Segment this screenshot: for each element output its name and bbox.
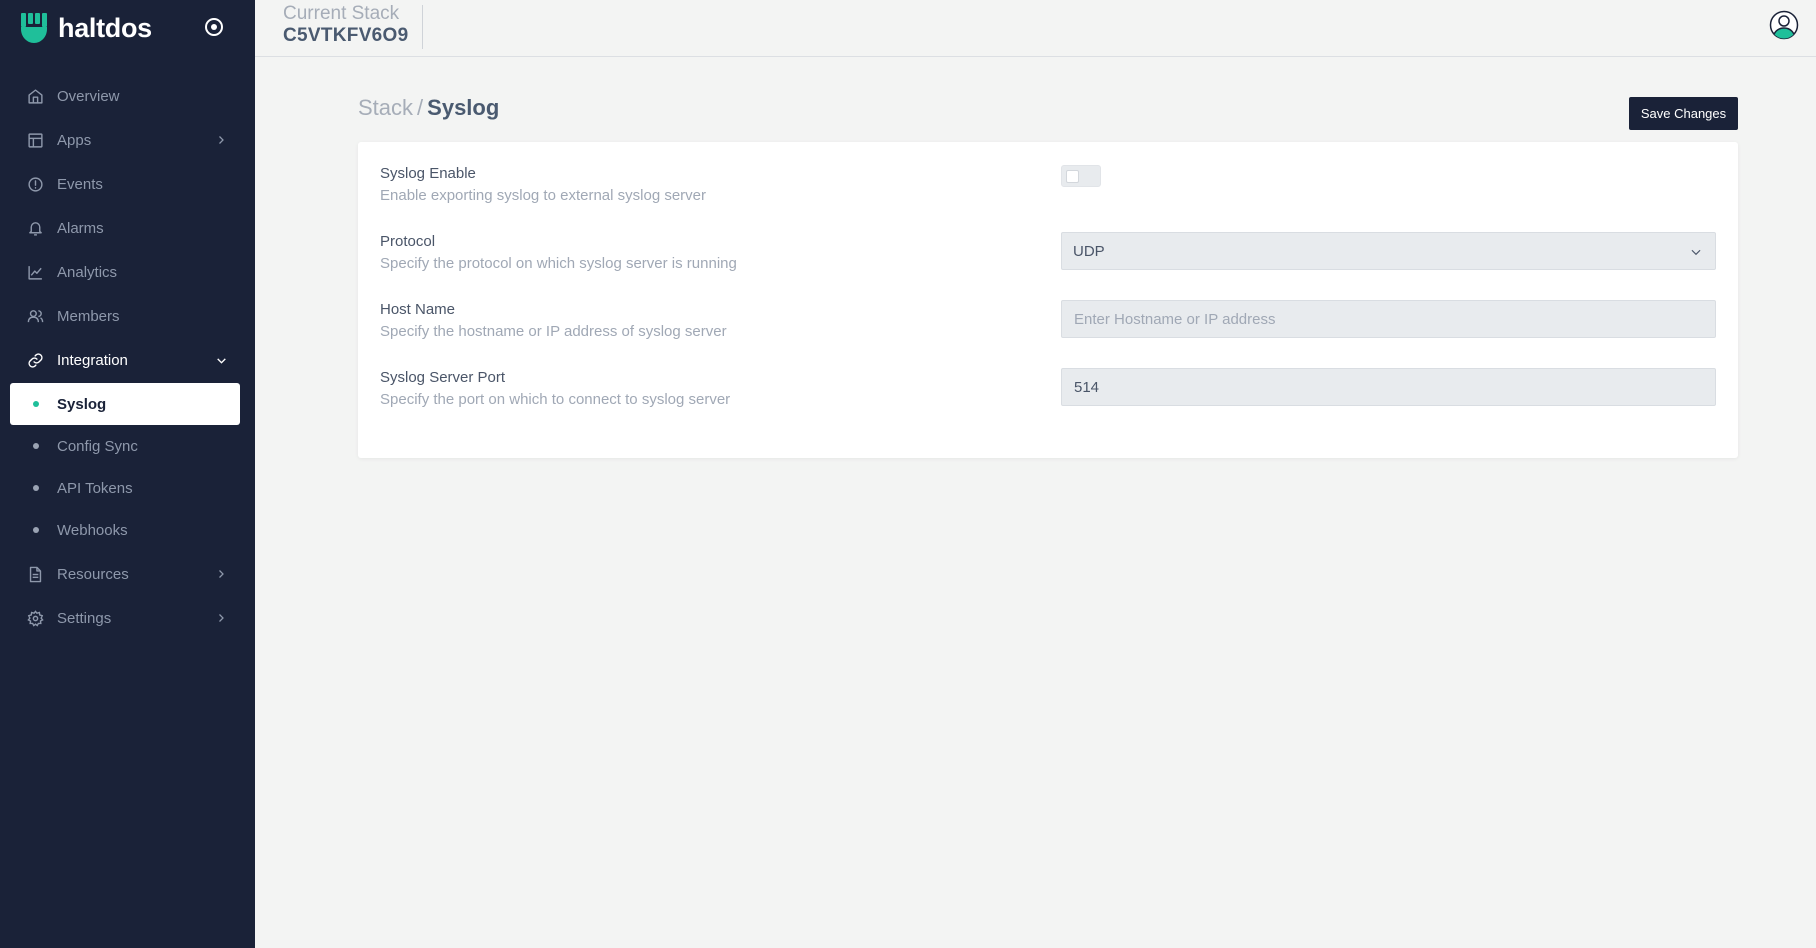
sidebar-item-analytics[interactable]: Analytics bbox=[0, 252, 255, 292]
alert-circle-icon bbox=[26, 175, 44, 193]
home-icon bbox=[26, 87, 44, 105]
divider bbox=[422, 5, 423, 49]
chevron-right-icon bbox=[214, 133, 228, 147]
user-menu-button[interactable] bbox=[1769, 10, 1799, 40]
gear-icon bbox=[26, 609, 44, 627]
sidebar-item-overview[interactable]: Overview bbox=[0, 76, 255, 116]
syslog-enable-description: Enable exporting syslog to external sysl… bbox=[380, 187, 707, 204]
syslog-settings-card: Syslog Enable Enable exporting syslog to… bbox=[358, 142, 1738, 458]
host-name-input[interactable] bbox=[1061, 300, 1716, 338]
sidebar-subitem-label: API Tokens bbox=[57, 479, 133, 497]
bullet-icon bbox=[33, 401, 39, 407]
bullet-icon bbox=[33, 443, 39, 449]
file-text-icon bbox=[26, 565, 44, 583]
users-icon bbox=[26, 307, 44, 325]
host-name-description: Specify the hostname or IP address of sy… bbox=[380, 323, 727, 340]
sidebar-item-label: Alarms bbox=[57, 219, 104, 237]
brand-name: haltdos bbox=[58, 12, 152, 43]
save-changes-button[interactable]: Save Changes bbox=[1629, 97, 1738, 130]
chevron-down-icon bbox=[214, 353, 228, 367]
sidebar: haltdos Overview Apps Events Alarms Anal… bbox=[0, 0, 255, 948]
sidebar-item-apps[interactable]: Apps bbox=[0, 120, 255, 160]
link-icon bbox=[26, 351, 44, 369]
sidebar-item-label: Apps bbox=[57, 131, 92, 149]
breadcrumb-separator: / bbox=[417, 95, 424, 120]
chevron-down-icon bbox=[1691, 249, 1701, 256]
sidebar-item-label: Events bbox=[57, 175, 103, 193]
sidebar-item-members[interactable]: Members bbox=[0, 296, 255, 336]
protocol-description: Specify the protocol on which syslog ser… bbox=[380, 255, 737, 272]
user-avatar-icon bbox=[1769, 10, 1799, 40]
layout-icon bbox=[26, 131, 44, 149]
sidebar-subitem-label: Syslog bbox=[57, 395, 107, 413]
breadcrumb-parent[interactable]: Stack bbox=[358, 95, 413, 120]
sidebar-item-label: Integration bbox=[57, 351, 128, 369]
breadcrumb: Stack / Syslog bbox=[358, 95, 499, 121]
sidebar-item-label: Resources bbox=[57, 565, 129, 583]
host-name-title: Host Name bbox=[380, 301, 456, 318]
haltdos-logo-icon bbox=[21, 13, 47, 43]
sidebar-subitem-syslog[interactable]: Syslog bbox=[10, 383, 240, 425]
sidebar-item-label: Members bbox=[57, 307, 120, 325]
chart-line-icon bbox=[26, 263, 44, 281]
sidebar-toggle-button[interactable] bbox=[203, 16, 225, 38]
brand[interactable]: haltdos bbox=[20, 8, 152, 48]
protocol-title: Protocol bbox=[380, 233, 436, 250]
sidebar-item-integration[interactable]: Integration bbox=[0, 340, 255, 380]
bell-icon bbox=[26, 219, 44, 237]
protocol-selected-value: UDP bbox=[1073, 242, 1105, 260]
sidebar-subitem-webhooks[interactable]: Webhooks bbox=[10, 509, 240, 551]
sidebar-subitem-label: Webhooks bbox=[57, 521, 128, 539]
sidebar-item-resources[interactable]: Resources bbox=[0, 554, 255, 594]
bullet-icon bbox=[33, 527, 39, 533]
toggle-knob bbox=[1066, 170, 1079, 183]
sidebar-subitem-api-tokens[interactable]: API Tokens bbox=[10, 467, 240, 509]
current-stack-id[interactable]: C5VTKFV6O9 bbox=[283, 25, 408, 47]
target-icon bbox=[205, 18, 223, 36]
sidebar-subitem-label: Config Sync bbox=[57, 437, 138, 455]
protocol-select[interactable]: UDP bbox=[1061, 232, 1716, 270]
sidebar-item-label: Overview bbox=[57, 87, 120, 105]
top-bar: Current Stack C5VTKFV6O9 bbox=[255, 0, 1816, 57]
sidebar-item-events[interactable]: Events bbox=[0, 164, 255, 204]
sidebar-item-label: Analytics bbox=[57, 263, 118, 281]
syslog-enable-toggle[interactable] bbox=[1061, 165, 1101, 187]
chevron-right-icon bbox=[214, 567, 228, 581]
chevron-right-icon bbox=[214, 611, 228, 625]
bullet-icon bbox=[33, 485, 39, 491]
sidebar-item-settings[interactable]: Settings bbox=[0, 598, 255, 638]
port-input[interactable] bbox=[1061, 368, 1716, 406]
sidebar-subitem-config-sync[interactable]: Config Sync bbox=[10, 425, 240, 467]
syslog-enable-title: Syslog Enable bbox=[380, 165, 476, 182]
current-stack-label: Current Stack bbox=[283, 3, 400, 24]
port-description: Specify the port on which to connect to … bbox=[380, 391, 731, 408]
sidebar-item-alarms[interactable]: Alarms bbox=[0, 208, 255, 248]
sidebar-item-label: Settings bbox=[57, 609, 112, 627]
page-title: Syslog bbox=[427, 95, 500, 120]
port-title: Syslog Server Port bbox=[380, 369, 506, 386]
